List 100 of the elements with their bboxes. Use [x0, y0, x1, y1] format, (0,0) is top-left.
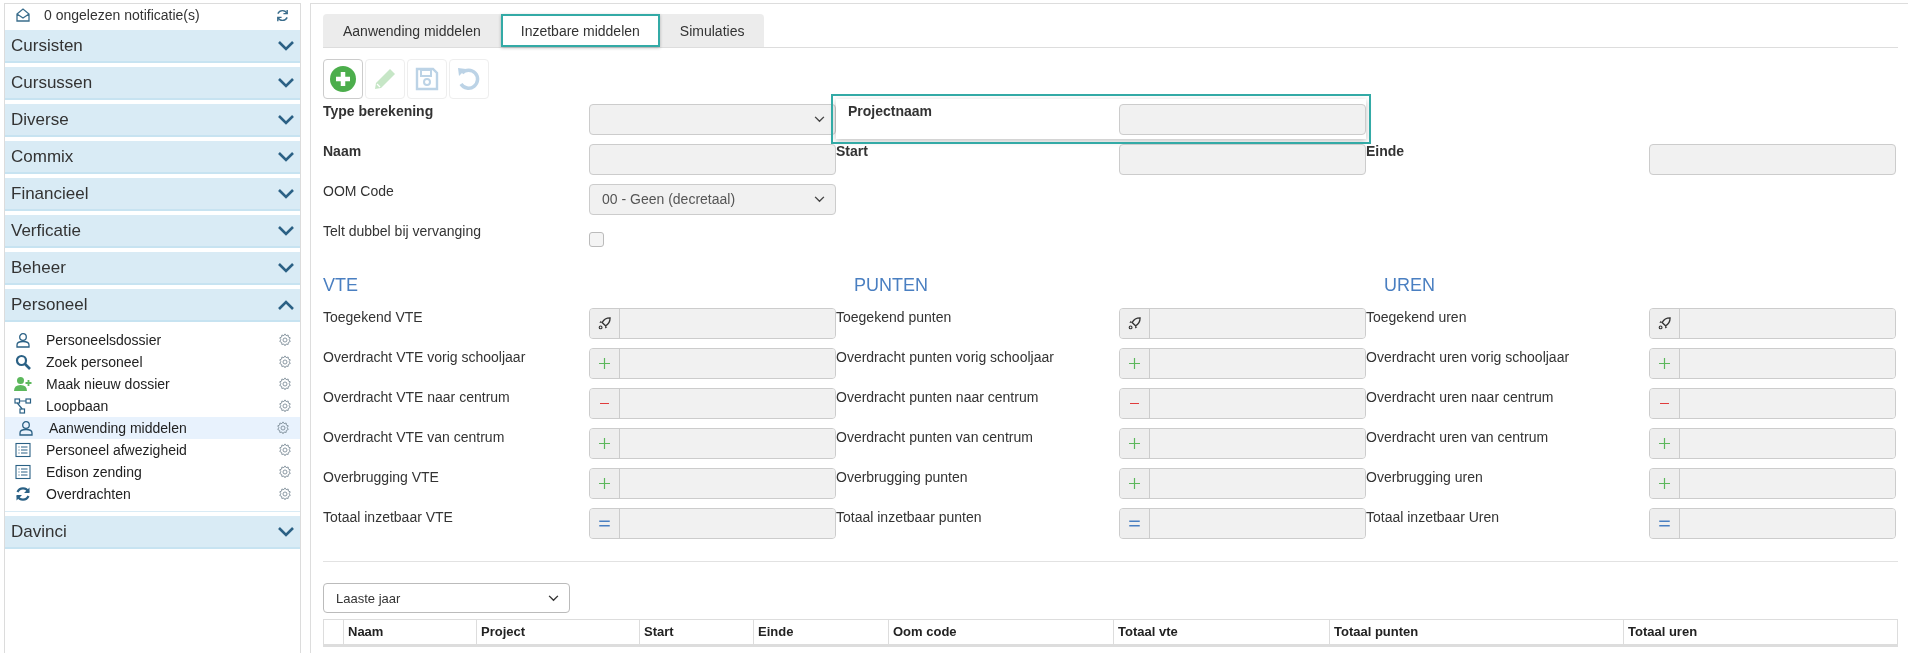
field-label: Overdracht punten naar centrum [836, 388, 1040, 405]
menu-group-header[interactable]: Diverse [5, 104, 300, 137]
plus-icon[interactable] [599, 477, 610, 489]
field-label: Overdracht uren van centrum [1366, 428, 1550, 445]
field-label: Telt dubbel bij vervanging [323, 222, 482, 239]
field-label: Overdracht punten vorig schooljaar [836, 348, 1055, 365]
minus-icon[interactable] [1659, 401, 1670, 405]
notification-count: 0 ongelezen notificatie(s) [44, 7, 201, 23]
chevron-down-icon [278, 225, 294, 236]
rocket-icon[interactable] [598, 316, 611, 330]
field-label: Overbrugging VTE [323, 468, 440, 485]
input-field[interactable] [1119, 307, 1366, 339]
rocket-icon[interactable] [1128, 316, 1141, 330]
settings-icon[interactable] [276, 421, 290, 435]
chevron-down-icon [278, 151, 294, 162]
column-header[interactable]: Totaal vte [1114, 620, 1330, 644]
plus-icon[interactable] [599, 357, 610, 369]
rocket-icon[interactable] [1658, 316, 1671, 330]
field-label: Naam [323, 142, 363, 159]
menu-item[interactable]: Personeelsdossier [5, 329, 300, 351]
column-header[interactable]: Start [640, 620, 754, 644]
minus-icon[interactable] [1129, 401, 1140, 405]
field-label: Overdracht uren naar centrum [1366, 388, 1555, 405]
settings-icon[interactable] [278, 465, 292, 479]
hierarchy-icon [14, 398, 32, 414]
column-header[interactable]: Totaal uren [1624, 620, 1897, 644]
input-field[interactable] [589, 307, 836, 339]
settings-icon[interactable] [278, 399, 292, 413]
plus-icon[interactable] [1659, 437, 1670, 449]
input-field[interactable] [1119, 427, 1366, 459]
add-button[interactable] [323, 59, 363, 99]
menu-group-header[interactable]: Cursisten [5, 30, 300, 63]
column-header[interactable]: Einde [754, 620, 889, 644]
tab[interactable]: Simulaties [659, 14, 765, 47]
tab[interactable]: Aanwending middelen [323, 14, 501, 47]
tab[interactable]: Inzetbare middelen [500, 14, 660, 47]
input-field[interactable] [589, 507, 836, 539]
menu-group-header[interactable]: Davinci [5, 516, 300, 549]
settings-icon[interactable] [278, 377, 292, 391]
save-icon [413, 65, 441, 93]
checkbox[interactable] [589, 231, 604, 247]
input-field[interactable] [1649, 507, 1896, 539]
input-field[interactable] [589, 387, 836, 419]
minus-icon[interactable] [599, 401, 610, 405]
plus-icon[interactable] [1659, 477, 1670, 489]
equals-icon[interactable] [1659, 519, 1670, 527]
envelope-icon[interactable] [15, 7, 31, 23]
column-header[interactable]: Oom code [889, 620, 1114, 644]
field-label: Toegekend uren [1366, 308, 1468, 325]
column-header[interactable]: Totaal punten [1330, 620, 1624, 644]
menu-group-header[interactable]: Cursussen [5, 67, 300, 100]
input-field[interactable] [1649, 387, 1896, 419]
column-header[interactable]: Naam [344, 620, 477, 644]
equals-icon[interactable] [599, 519, 610, 527]
input-field[interactable] [1649, 307, 1896, 339]
menu-item[interactable]: Aanwending middelen [5, 417, 300, 439]
menu-item[interactable]: Loopbaan [5, 395, 300, 417]
menu-item[interactable]: Edison zending [5, 461, 300, 483]
menu-group-header[interactable]: Verficatie [5, 215, 300, 248]
menu-group-header[interactable]: Beheer [5, 252, 300, 285]
menu-group-header[interactable]: Commix [5, 141, 300, 174]
chevron-down-icon [278, 114, 294, 125]
settings-icon[interactable] [278, 333, 292, 347]
input-field[interactable] [1119, 507, 1366, 539]
menu-item[interactable]: Maak nieuw dossier [5, 373, 300, 395]
input-field[interactable] [1119, 347, 1366, 379]
menu-group-header[interactable]: Financieel [5, 178, 300, 211]
refresh-icon[interactable] [275, 7, 290, 23]
input-field[interactable] [1649, 467, 1896, 499]
equals-icon[interactable] [1129, 519, 1140, 527]
chevron-up-icon [278, 299, 294, 310]
field-label: Toegekend punten [836, 308, 953, 325]
column-header[interactable]: Project [477, 620, 640, 644]
plus-circle-icon [329, 65, 357, 93]
plus-icon[interactable] [1129, 357, 1140, 369]
period-select[interactable]: Laaste jaar [323, 583, 570, 613]
select-field[interactable]: 00 - Geen (decretaal) [589, 183, 836, 215]
settings-icon[interactable] [278, 355, 292, 369]
plus-icon[interactable] [1129, 437, 1140, 449]
field-label: Totaal inzetbaar punten [836, 508, 983, 525]
input-field[interactable] [1649, 427, 1896, 459]
input-field[interactable] [1649, 347, 1896, 379]
input-field[interactable] [589, 467, 836, 499]
menu-item[interactable]: Personeel afwezigheid [5, 439, 300, 461]
field-label: OOM Code [323, 182, 395, 199]
section-heading: VTE [323, 273, 359, 296]
input-field[interactable] [1119, 387, 1366, 419]
settings-icon[interactable] [278, 443, 292, 457]
input-field[interactable] [589, 427, 836, 459]
plus-icon[interactable] [1659, 357, 1670, 369]
menu-item[interactable]: Zoek personeel [5, 351, 300, 373]
plus-icon[interactable] [1129, 477, 1140, 489]
settings-icon[interactable] [278, 487, 292, 501]
menu-item[interactable]: Overdrachten [5, 483, 300, 505]
input-field[interactable] [589, 347, 836, 379]
plus-icon[interactable] [599, 437, 610, 449]
menu-group-header[interactable]: Personeel [5, 289, 300, 322]
field-label: Toegekend VTE [323, 308, 424, 325]
input-field[interactable] [1119, 467, 1366, 499]
select-field[interactable] [589, 103, 836, 135]
